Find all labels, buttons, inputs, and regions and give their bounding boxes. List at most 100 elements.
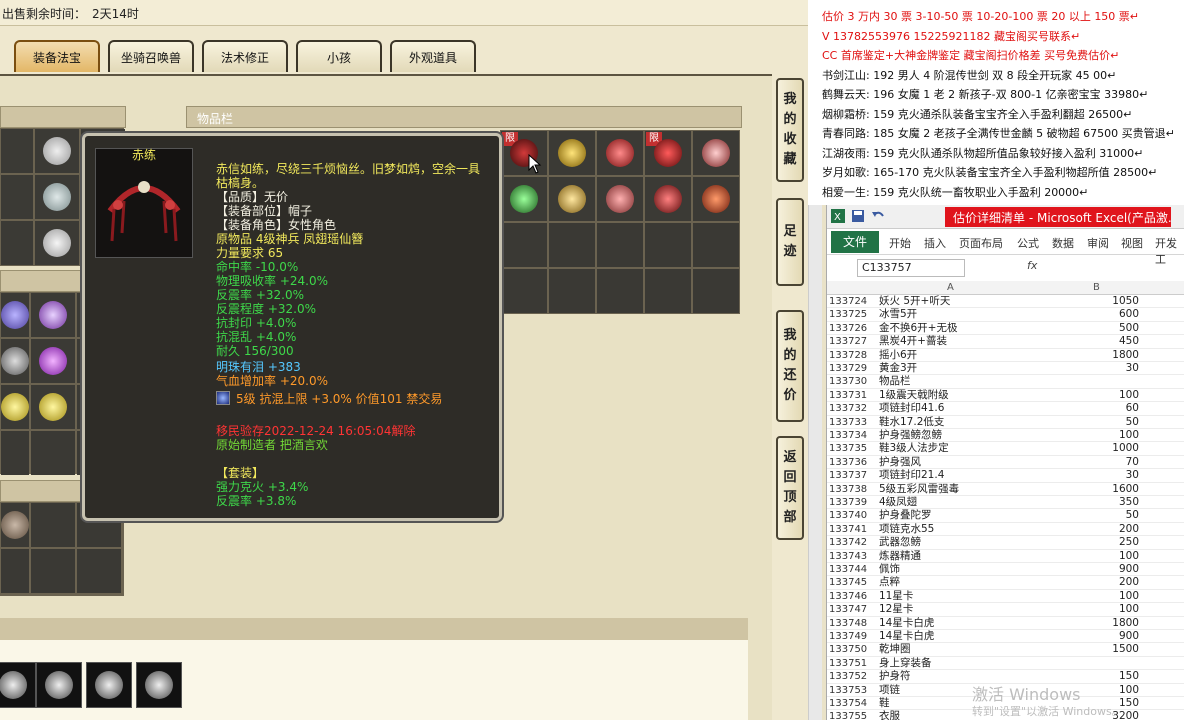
- cell-item[interactable]: 金不换6开+无极: [879, 322, 1029, 335]
- bag-slot[interactable]: [1, 431, 29, 475]
- cell-price[interactable]: 30: [1126, 469, 1139, 482]
- cell-item[interactable]: 乾坤圈: [879, 643, 1029, 656]
- excel-row[interactable]: 133727 黑炭4开+蔷装 450: [827, 335, 1184, 349]
- inventory-slot[interactable]: [645, 177, 691, 221]
- inventory-slot[interactable]: [693, 223, 739, 267]
- cell-item[interactable]: 鞋3级人法步定: [879, 442, 1029, 455]
- excel-row[interactable]: 133731 1级震天戟附级 100: [827, 389, 1184, 403]
- cell-price[interactable]: 100: [1119, 429, 1139, 442]
- cell-item[interactable]: 摇小6开: [879, 349, 1029, 362]
- cell-price[interactable]: 1050: [1112, 295, 1139, 308]
- pet-equip-slot[interactable]: [86, 662, 132, 708]
- inventory-slot[interactable]: [597, 131, 643, 175]
- cell-item[interactable]: 14星卡白虎: [879, 630, 1029, 643]
- cell-item[interactable]: 4级凤翅: [879, 496, 1029, 509]
- inventory-slot[interactable]: [549, 223, 595, 267]
- ribbon-tab[interactable]: 页面布局: [959, 235, 1003, 251]
- cell-item[interactable]: 项链封印21.4: [879, 469, 1029, 482]
- excel-row[interactable]: 133741 项链克水55 200: [827, 523, 1184, 537]
- cell-item[interactable]: 项链封印41.6: [879, 402, 1029, 415]
- cell-price[interactable]: 900: [1119, 630, 1139, 643]
- bag-slot[interactable]: [31, 549, 75, 593]
- bag-slot[interactable]: [1, 503, 29, 547]
- cell-price[interactable]: 100: [1119, 590, 1139, 603]
- inventory-slot[interactable]: [693, 131, 739, 175]
- cell-item[interactable]: 黄金3开: [879, 362, 1029, 375]
- name-box[interactable]: C133757: [857, 259, 965, 277]
- bag-slot[interactable]: [1, 293, 29, 337]
- excel-row[interactable]: 133730 物品栏: [827, 375, 1184, 389]
- bag-slot[interactable]: [1, 385, 29, 429]
- tab-appearance[interactable]: 外观道具: [390, 40, 476, 72]
- inventory-slot[interactable]: [501, 269, 547, 313]
- excel-row[interactable]: 133747 12星卡 100: [827, 603, 1184, 617]
- cell-price[interactable]: 250: [1119, 536, 1139, 549]
- equip-slot[interactable]: [1, 175, 33, 219]
- excel-row[interactable]: 133739 4级凤翅 350: [827, 496, 1184, 510]
- cell-price[interactable]: 30: [1126, 362, 1139, 375]
- inventory-slot[interactable]: [645, 269, 691, 313]
- excel-row[interactable]: 133732 项链封印41.6 60: [827, 402, 1184, 416]
- excel-row[interactable]: 133735 鞋3级人法步定 1000: [827, 442, 1184, 456]
- nav-back-to-top[interactable]: 返回顶部: [776, 436, 804, 540]
- formula-fx-icon[interactable]: fx: [1027, 259, 1037, 272]
- bag-slot[interactable]: [31, 431, 75, 475]
- excel-row[interactable]: 133725 冰雪5开 600: [827, 308, 1184, 322]
- inventory-slot[interactable]: 限: [645, 131, 691, 175]
- nav-footprint[interactable]: 足迹: [776, 198, 804, 286]
- cell-item[interactable]: 1级震天戟附级: [879, 389, 1029, 402]
- bag-slot[interactable]: [31, 385, 75, 429]
- cell-price[interactable]: 60: [1126, 402, 1139, 415]
- cell-item[interactable]: 11星卡: [879, 590, 1029, 603]
- inventory-slot[interactable]: [597, 269, 643, 313]
- excel-row[interactable]: 133724 妖火 5开+听天 1050: [827, 295, 1184, 309]
- excel-row[interactable]: 133743 炼器精通 100: [827, 550, 1184, 563]
- inventory-slot[interactable]: [597, 177, 643, 221]
- cell-price[interactable]: 500: [1119, 322, 1139, 335]
- cell-price[interactable]: 70: [1126, 456, 1139, 469]
- cell-price[interactable]: 900: [1119, 563, 1139, 576]
- excel-row[interactable]: 133748 14星卡白虎 1800: [827, 617, 1184, 630]
- ribbon-tab[interactable]: 插入: [924, 235, 946, 251]
- cell-item[interactable]: 武器忽鳑: [879, 536, 1029, 549]
- pet-equip-slot[interactable]: [136, 662, 182, 708]
- nav-my-counteroffer[interactable]: 我的还价: [776, 310, 804, 422]
- cell-item[interactable]: 护身强风: [879, 456, 1029, 469]
- ribbon-tab[interactable]: 开发工: [1155, 235, 1184, 267]
- inventory-slot[interactable]: [693, 177, 739, 221]
- cell-price[interactable]: 350: [1119, 496, 1139, 509]
- cell-price[interactable]: 600: [1119, 308, 1139, 321]
- inventory-slot[interactable]: [549, 269, 595, 313]
- excel-row[interactable]: 133738 5级五彩风雷强毒 1600: [827, 483, 1184, 496]
- excel-row[interactable]: 133737 项链封印21.4 30: [827, 469, 1184, 483]
- bag-slot[interactable]: [31, 293, 75, 337]
- cell-price[interactable]: 100: [1119, 550, 1139, 563]
- excel-row[interactable]: 133750 乾坤圈 1500: [827, 643, 1184, 657]
- undo-icon[interactable]: [871, 209, 885, 223]
- cell-item[interactable]: 12星卡: [879, 603, 1029, 616]
- cell-item[interactable]: 项链克水55: [879, 523, 1029, 536]
- cell-price[interactable]: 200: [1119, 523, 1139, 536]
- ribbon-tab[interactable]: 数据: [1052, 235, 1074, 251]
- tab-equipment[interactable]: 装备法宝: [14, 40, 100, 72]
- excel-row[interactable]: 133751 身上穿装备: [827, 657, 1184, 671]
- cell-item[interactable]: 冰雪5开: [879, 308, 1029, 321]
- cell-price[interactable]: 200: [1119, 576, 1139, 589]
- bag-slot[interactable]: [31, 339, 75, 383]
- excel-row[interactable]: 133733 鞋水17.2低支 50: [827, 416, 1184, 429]
- cell-item[interactable]: 黑炭4开+蔷装: [879, 335, 1029, 348]
- cell-price[interactable]: 1000: [1112, 442, 1139, 455]
- excel-row[interactable]: 133749 14星卡白虎 900: [827, 630, 1184, 644]
- cell-price[interactable]: 1600: [1112, 483, 1139, 496]
- inventory-slot[interactable]: [645, 223, 691, 267]
- cell-item[interactable]: 鞋水17.2低支: [879, 416, 1029, 429]
- cell-item[interactable]: 佩饰: [879, 563, 1029, 576]
- excel-row[interactable]: 133726 金不换6开+无极 500: [827, 322, 1184, 336]
- cell-item[interactable]: 妖火 5开+听天: [879, 295, 1029, 308]
- cell-price[interactable]: 50: [1126, 416, 1139, 429]
- excel-row[interactable]: 133746 11星卡 100: [827, 590, 1184, 604]
- excel-file-tab[interactable]: 文件: [831, 231, 879, 253]
- inventory-slot[interactable]: [693, 269, 739, 313]
- equip-slot[interactable]: [35, 221, 79, 265]
- bag-slot[interactable]: [1, 549, 29, 593]
